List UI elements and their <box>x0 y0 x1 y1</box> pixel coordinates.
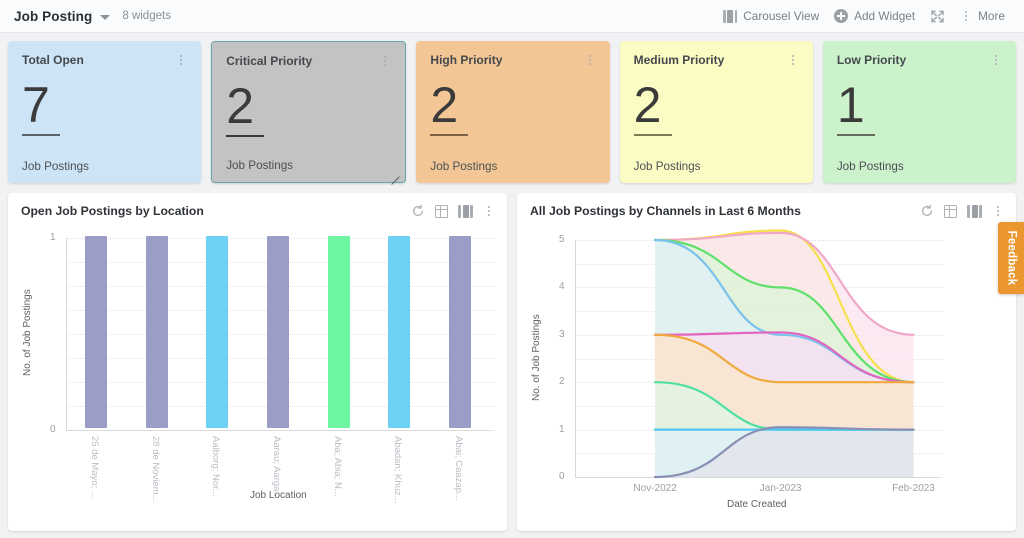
bar[interactable] <box>85 236 108 428</box>
carousel-view-label: Carousel View <box>743 9 820 23</box>
dashboard-header: Job Posting 8 widgets Carousel View Add … <box>0 0 1024 33</box>
kebab-menu-icon <box>960 9 972 23</box>
kebab-menu-icon[interactable] <box>990 53 1002 67</box>
more-label: More <box>978 9 1005 23</box>
carousel-view-icon <box>722 9 738 23</box>
x-axis-tick-label: 25 de Mayo; ... <box>89 436 101 499</box>
area-chart: 0 1 2 3 4 5 Nov-2022 Jan-2023 Feb-2023 No. of Job… <box>517 226 1016 531</box>
kpi-card-critical-priority[interactable]: Critical Priority 2 Job Postings <box>211 41 407 183</box>
widget-toolbar <box>411 204 495 218</box>
kpi-card-medium-priority[interactable]: Medium Priority 2 Job Postings <box>619 41 813 183</box>
x-axis-tick-label: Aalborg; Nor... <box>210 436 222 497</box>
kebab-menu-icon[interactable] <box>584 53 596 67</box>
kebab-menu-icon[interactable] <box>379 54 391 68</box>
kebab-menu-icon[interactable] <box>992 204 1004 218</box>
y-axis-tick: 0 <box>50 424 56 435</box>
kpi-card-title: High Priority <box>430 53 503 67</box>
header-actions: Carousel View Add Widget More <box>717 6 1010 27</box>
y-axis-title: No. of Job Postings <box>531 313 542 401</box>
table-view-icon[interactable] <box>435 204 448 218</box>
x-axis-tick: Jan-2023 <box>759 483 802 494</box>
kpi-card-header: Critical Priority <box>226 54 391 68</box>
add-widget-icon <box>834 9 849 23</box>
widget-title: All Job Postings by Channels in Last 6 M… <box>530 204 801 218</box>
kpi-card-title: Critical Priority <box>226 54 313 68</box>
kpi-card-header: Total Open <box>22 53 187 67</box>
kpi-card-title: Total Open <box>22 53 84 67</box>
expand-icon <box>931 10 944 22</box>
kebab-menu-icon[interactable] <box>175 53 187 67</box>
kpi-card-value: 2 <box>430 80 469 136</box>
more-menu-button[interactable]: More <box>955 6 1010 26</box>
kpi-card-subtitle: Job Postings <box>226 159 294 172</box>
kpi-card-subtitle: Job Postings <box>430 160 498 173</box>
bar[interactable] <box>448 236 471 428</box>
table-view-icon[interactable] <box>944 204 957 218</box>
y-axis-title: No. of Job Postings <box>22 289 33 376</box>
bar[interactable] <box>267 236 289 428</box>
widget-all-job-postings-by-channels: All Job Postings by Channels in Last 6 M… <box>517 193 1016 531</box>
carousel-view-icon[interactable] <box>458 204 473 218</box>
widget-header: All Job Postings by Channels in Last 6 M… <box>517 193 1016 226</box>
widget-toolbar <box>920 204 1004 218</box>
bar[interactable] <box>388 236 411 428</box>
fullscreen-button[interactable] <box>925 6 950 27</box>
bar[interactable] <box>145 236 168 428</box>
kpi-card-header: Medium Priority <box>634 53 799 67</box>
y-axis-tick: 1 <box>50 232 56 243</box>
kpi-card-title: Medium Priority <box>633 53 725 67</box>
kpi-card-value: 1 <box>836 80 875 136</box>
kpi-card-header: High Priority <box>430 53 595 67</box>
kpi-card-low-priority[interactable]: Low Priority 1 Job Postings <box>822 41 1017 183</box>
x-axis-line <box>66 430 490 431</box>
page-title: Job Posting <box>14 8 93 24</box>
x-axis-title: Job Location <box>250 490 307 501</box>
add-widget-label: Add Widget <box>854 9 916 23</box>
kpi-card-high-priority[interactable]: High Priority 2 Job Postings <box>416 41 610 183</box>
dashboard-dropdown-caret-icon[interactable] <box>100 14 111 20</box>
kpi-card-value: 7 <box>22 80 60 136</box>
x-axis-tick-label: Abadan; Khuz... <box>392 436 404 504</box>
refresh-icon[interactable] <box>411 204 425 218</box>
carousel-view-icon[interactable] <box>967 204 982 218</box>
y-axis-line <box>66 238 67 430</box>
kpi-card-subtitle: Job Postings <box>633 160 701 173</box>
widget-open-job-postings-by-location: Open Job Postings by Location 0 1 25 de Ma… <box>8 193 507 531</box>
widget-count-label: 8 widgets <box>122 10 171 22</box>
x-axis-tick: Nov-2022 <box>633 483 677 494</box>
dashboard-canvas: Total Open 7 Job Postings Critical Priority… <box>0 33 1024 531</box>
bar[interactable] <box>327 236 350 428</box>
feedback-label: Feedback <box>1005 230 1017 286</box>
kebab-menu-icon[interactable] <box>787 53 799 67</box>
kpi-card-title: Low Priority <box>836 53 907 67</box>
add-widget-button[interactable]: Add Widget <box>829 6 920 26</box>
x-axis-title: Date Created <box>727 499 787 510</box>
x-axis-tick-label: Abai; Caazap... <box>452 436 464 501</box>
resize-handle[interactable] <box>390 167 400 177</box>
feedback-tab[interactable]: Feedback <box>998 222 1024 294</box>
widget-header: Open Job Postings by Location <box>8 193 507 226</box>
x-axis-tick-label: Aba; Abia; N... <box>331 436 343 497</box>
bar[interactable] <box>206 236 229 428</box>
widget-title: Open Job Postings by Location <box>21 204 204 218</box>
kpi-card-subtitle: Job Postings <box>836 160 904 173</box>
kebab-menu-icon[interactable] <box>483 204 495 218</box>
kpi-card-subtitle: Job Postings <box>22 160 89 173</box>
kpi-card-value: 2 <box>633 80 672 136</box>
x-axis-tick: Feb-2023 <box>892 483 935 494</box>
bar-chart: 0 1 25 de Mayo; ... 28 de Noviem... Aalborg;… <box>8 226 507 531</box>
kpi-card-row: Total Open 7 Job Postings Critical Priority… <box>8 41 1017 183</box>
widget-row: Open Job Postings by Location 0 1 25 de Ma… <box>8 193 1016 531</box>
kpi-card-value: 2 <box>226 81 265 137</box>
kpi-card-total-open[interactable]: Total Open 7 Job Postings <box>8 41 202 183</box>
kpi-card-header: Low Priority <box>837 53 1002 67</box>
refresh-icon[interactable] <box>920 204 934 218</box>
carousel-view-button[interactable]: Carousel View <box>717 6 824 26</box>
x-axis-tick-label: 28 de Noviem... <box>149 436 161 503</box>
